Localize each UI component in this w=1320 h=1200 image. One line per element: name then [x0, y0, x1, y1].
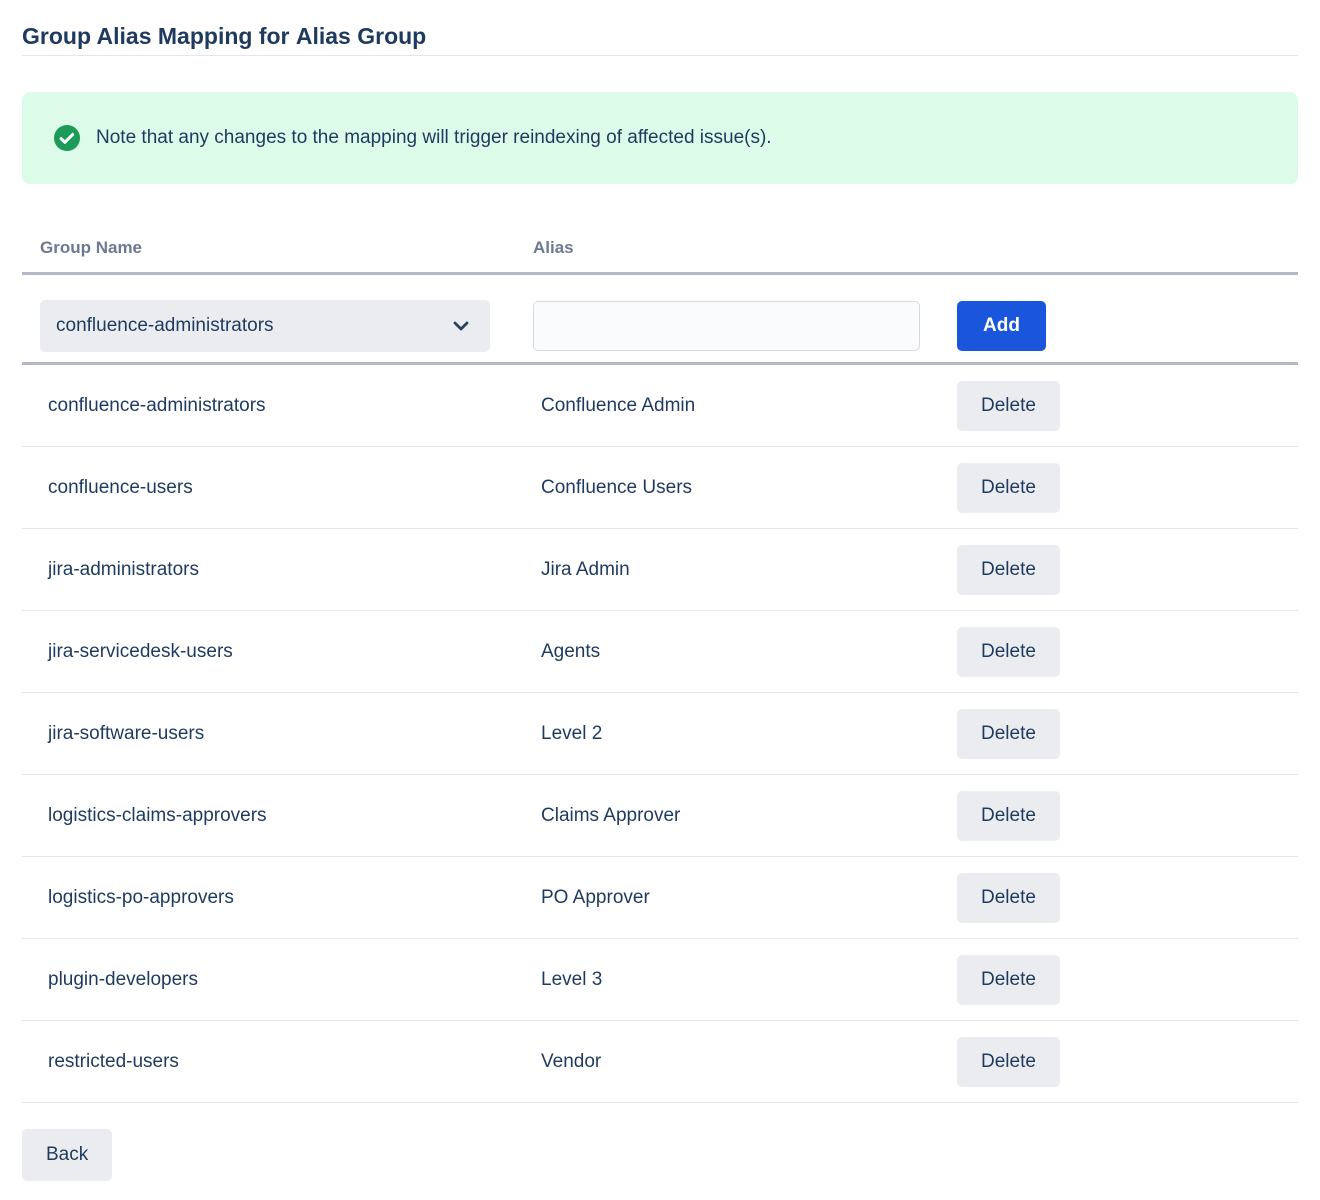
group-name-cell: jira-software-users [22, 723, 533, 745]
alias-cell: PO Approver [533, 887, 957, 909]
group-name-cell: logistics-claims-approvers [22, 805, 533, 827]
delete-button[interactable]: Delete [957, 1037, 1060, 1087]
page-title-group-name: Alias Group [296, 23, 426, 49]
table-header-row: Group Name Alias [22, 184, 1298, 275]
group-name-cell: restricted-users [22, 1051, 533, 1073]
group-name-cell: plugin-developers [22, 969, 533, 991]
group-name-cell: confluence-users [22, 477, 533, 499]
delete-button[interactable]: Delete [957, 627, 1060, 677]
page-title: Group Alias Mapping for Alias Group [22, 0, 1298, 56]
alias-cell: Claims Approver [533, 805, 957, 827]
table-row: plugin-developers Level 3 Delete [22, 939, 1298, 1021]
alias-cell: Jira Admin [533, 559, 957, 581]
alias-cell: Confluence Admin [533, 395, 957, 417]
alias-input[interactable] [533, 301, 920, 351]
table-row: logistics-claims-approvers Claims Approv… [22, 775, 1298, 857]
alias-cell: Confluence Users [533, 477, 957, 499]
success-banner: Note that any changes to the mapping wil… [22, 92, 1298, 184]
alias-cell: Vendor [533, 1051, 957, 1073]
alias-cell: Level 2 [533, 723, 957, 745]
delete-button[interactable]: Delete [957, 545, 1060, 595]
mapping-rows: confluence-administrators Confluence Adm… [22, 365, 1298, 1103]
chevron-down-icon [450, 315, 472, 337]
add-button[interactable]: Add [957, 301, 1046, 351]
alias-cell: Agents [533, 641, 957, 663]
delete-button[interactable]: Delete [957, 381, 1060, 431]
group-name-cell: jira-administrators [22, 559, 533, 581]
page-title-prefix: Group Alias Mapping for [22, 23, 296, 49]
group-name-cell: logistics-po-approvers [22, 887, 533, 909]
table-row: confluence-administrators Confluence Adm… [22, 365, 1298, 447]
group-select[interactable]: confluence-administrators [40, 300, 490, 352]
table-row: restricted-users Vendor Delete [22, 1021, 1298, 1103]
table-row: confluence-users Confluence Users Delete [22, 447, 1298, 529]
delete-button[interactable]: Delete [957, 463, 1060, 513]
delete-button[interactable]: Delete [957, 873, 1060, 923]
column-header-group-name: Group Name [22, 238, 533, 258]
add-mapping-form-row: confluence-administrators Add [22, 275, 1298, 365]
delete-button[interactable]: Delete [957, 955, 1060, 1005]
column-header-alias: Alias [533, 238, 957, 258]
table-row: jira-administrators Jira Admin Delete [22, 529, 1298, 611]
table-row: jira-software-users Level 2 Delete [22, 693, 1298, 775]
alias-cell: Level 3 [533, 969, 957, 991]
table-row: logistics-po-approvers PO Approver Delet… [22, 857, 1298, 939]
check-circle-icon [54, 125, 80, 151]
banner-text: Note that any changes to the mapping wil… [96, 127, 772, 149]
group-name-cell: jira-servicedesk-users [22, 641, 533, 663]
table-row: jira-servicedesk-users Agents Delete [22, 611, 1298, 693]
group-select-value: confluence-administrators [56, 315, 274, 337]
back-button[interactable]: Back [22, 1129, 112, 1181]
group-alias-mapping-page: Group Alias Mapping for Alias Group Note… [0, 0, 1320, 1181]
delete-button[interactable]: Delete [957, 709, 1060, 759]
delete-button[interactable]: Delete [957, 791, 1060, 841]
group-name-cell: confluence-administrators [22, 395, 533, 417]
